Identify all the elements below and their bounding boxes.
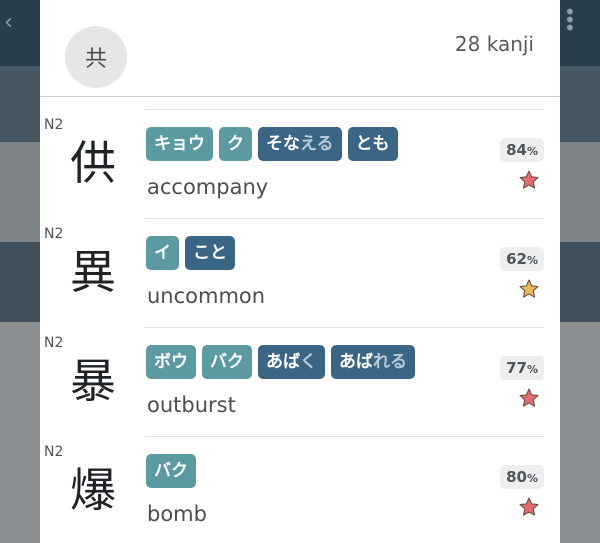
jlpt-level: N2 bbox=[44, 226, 64, 242]
back-arrow-icon: ‹ bbox=[4, 10, 13, 35]
radical-avatar: 共 bbox=[65, 26, 127, 88]
kanji-meaning: accompany bbox=[147, 175, 269, 199]
reading-text: とも bbox=[355, 134, 390, 154]
kanji-list: N2 供 キョウクそなえる とも accompany 84% N2 異 イこと u… bbox=[40, 97, 560, 533]
kunyomi-chip: こと bbox=[185, 236, 235, 270]
reading-text: キョウ bbox=[154, 134, 205, 154]
kunyomi-chip: あばく bbox=[258, 345, 325, 379]
overflow-menu-icon: • • • bbox=[564, 0, 576, 40]
kanji-character: 暴 bbox=[70, 354, 116, 408]
okurigana-text: く bbox=[300, 352, 317, 372]
row-divider bbox=[145, 436, 544, 437]
star-red-icon[interactable] bbox=[518, 169, 540, 191]
okurigana-text: える bbox=[300, 134, 334, 154]
reading-text: ボウ bbox=[154, 352, 188, 372]
okurigana-text: れる bbox=[373, 352, 407, 372]
reading-text: そな bbox=[266, 134, 300, 154]
row-divider bbox=[145, 109, 544, 110]
reading-chips: バク bbox=[146, 454, 202, 488]
kanji-count: 28 kanji bbox=[454, 32, 534, 56]
kanji-row[interactable]: N2 爆 バク bomb 80% bbox=[40, 424, 560, 533]
kanji-row[interactable]: N2 異 イ こと uncommon 62% bbox=[40, 206, 560, 315]
reading-chips: イ こと bbox=[146, 236, 241, 270]
reading-chips: キョウクそなえる とも bbox=[146, 127, 404, 161]
onyomi-chip: バク bbox=[146, 454, 196, 488]
reading-text: あば bbox=[339, 352, 373, 372]
reading-text: ク bbox=[227, 134, 244, 154]
kanji-row[interactable]: N2 暴 ボウ バク あばく あばれる outburst 77% bbox=[40, 315, 560, 424]
kanji-list-dialog: 共 28 kanji N2 供 キョウクそなえる とも accompany 84%… bbox=[40, 0, 560, 543]
star-gold-icon[interactable] bbox=[518, 278, 540, 300]
reading-chips: ボウ バク あばく あばれる bbox=[146, 345, 421, 379]
reading-text: こと bbox=[193, 243, 227, 263]
star-red-icon[interactable] bbox=[518, 387, 540, 409]
reading-text: イ bbox=[154, 243, 171, 263]
mastery-percent: 62% bbox=[500, 247, 544, 271]
onyomi-chip: イ bbox=[146, 236, 179, 270]
onyomi-chip: キョウ bbox=[146, 127, 213, 161]
onyomi-chip: ク bbox=[219, 127, 252, 161]
row-divider bbox=[145, 218, 544, 219]
mastery-percent: 80% bbox=[500, 465, 544, 489]
row-divider bbox=[145, 327, 544, 328]
kunyomi-chip: そなえる bbox=[258, 127, 342, 161]
reading-text: バク bbox=[210, 352, 244, 372]
jlpt-level: N2 bbox=[44, 117, 64, 133]
star-red-icon[interactable] bbox=[518, 496, 540, 518]
mastery-percent: 77% bbox=[500, 356, 544, 380]
dialog-header: 共 28 kanji bbox=[40, 0, 560, 97]
kanji-character: 異 bbox=[70, 245, 116, 299]
onyomi-chip: ボウ bbox=[146, 345, 196, 379]
kanji-meaning: outburst bbox=[147, 393, 236, 417]
kunyomi-chip: あばれる bbox=[331, 345, 415, 379]
kanji-row[interactable]: N2 供 キョウクそなえる とも accompany 84% bbox=[40, 97, 560, 206]
reading-text: バク bbox=[154, 461, 188, 481]
onyomi-chip: バク bbox=[202, 345, 252, 379]
kanji-character: 爆 bbox=[70, 463, 116, 517]
kanji-meaning: uncommon bbox=[147, 284, 266, 308]
mastery-percent: 84% bbox=[500, 138, 544, 162]
kanji-character: 供 bbox=[70, 136, 116, 190]
kanji-meaning: bomb bbox=[147, 502, 207, 526]
kunyomi-chip: とも bbox=[347, 127, 398, 161]
reading-text: あば bbox=[266, 352, 300, 372]
jlpt-level: N2 bbox=[44, 335, 64, 351]
jlpt-level: N2 bbox=[44, 444, 64, 460]
